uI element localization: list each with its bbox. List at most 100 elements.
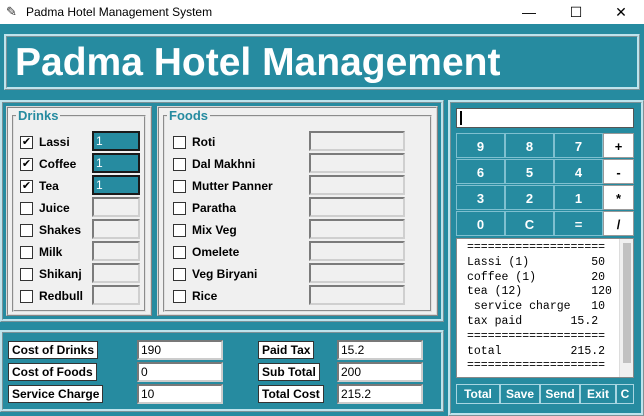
foods-item-5[interactable]: Omelete (173, 242, 239, 262)
foods-item-7[interactable]: Rice (173, 286, 217, 306)
drinks-quantity-field[interactable] (92, 241, 140, 261)
foods-quantity-field[interactable] (309, 285, 405, 305)
drinks-quantity-field[interactable]: 1 (92, 153, 140, 173)
foods-item-label: Mix Veg (192, 223, 237, 237)
cost-of-drinks-label: Cost of Drinks (8, 341, 99, 359)
drinks-checkbox[interactable] (20, 245, 33, 259)
save-button[interactable]: Save (500, 384, 540, 404)
maximize-button[interactable]: ☐ (553, 0, 599, 24)
calc-key-2-2[interactable]: 1 (554, 185, 603, 210)
foods-quantity-field[interactable] (309, 153, 405, 173)
calc-key-2-3[interactable]: * (603, 185, 634, 210)
total-cost-field[interactable]: 215.2 (337, 384, 423, 404)
drinks-item-label: Shakes (39, 223, 82, 237)
calc-key-3-0[interactable]: 0 (456, 211, 505, 236)
foods-item-label: Omelete (192, 245, 240, 259)
foods-legend: Foods (169, 108, 208, 123)
foods-quantity-field[interactable] (309, 131, 405, 151)
drinks-quantity-field[interactable] (92, 285, 140, 305)
receipt-area[interactable]: ==================== Lassi (1) 50 coffee… (456, 238, 634, 378)
drinks-quantity-field[interactable] (92, 219, 140, 239)
drinks-quantity-field[interactable] (92, 263, 140, 283)
cost-of-foods-field[interactable]: 0 (137, 362, 223, 382)
drinks-checkbox[interactable]: ✔ (20, 157, 33, 171)
drinks-item-label: Juice (39, 201, 70, 215)
drinks-item-1[interactable]: ✔ Coffee (20, 154, 76, 174)
close-button[interactable]: ✕ (598, 0, 644, 24)
foods-checkbox[interactable] (173, 201, 186, 215)
calc-key-3-2[interactable]: = (554, 211, 603, 236)
foods-checkbox[interactable] (173, 157, 186, 171)
foods-checkbox[interactable] (173, 289, 186, 303)
drinks-checkbox[interactable] (20, 223, 33, 237)
drinks-item-6[interactable]: Shikanj (20, 264, 82, 284)
foods-quantity-field[interactable] (309, 197, 405, 217)
drinks-checkbox[interactable] (20, 201, 33, 215)
minimize-button[interactable]: — (506, 0, 552, 24)
clear-button[interactable]: C (616, 384, 634, 404)
receipt-text: ==================== Lassi (1) 50 coffee… (467, 241, 612, 373)
calc-key-0-3[interactable]: + (603, 133, 634, 158)
drinks-quantity-field[interactable]: 1 (92, 175, 140, 195)
foods-item-6[interactable]: Veg Biryani (173, 264, 257, 284)
service-charge-label: Service Charge (8, 385, 104, 403)
foods-quantity-field[interactable] (309, 219, 405, 239)
paid-tax-field[interactable]: 15.2 (337, 340, 423, 360)
foods-frame: Foods Roti Dal Makhni Mutter Panner Paratha… (157, 106, 438, 316)
drinks-checkbox[interactable] (20, 267, 33, 281)
receipt-scrollbar[interactable] (619, 239, 633, 377)
foods-item-label: Dal Makhni (192, 157, 256, 171)
drinks-item-label: Tea (39, 179, 59, 193)
drinks-item-label: Lassi (39, 135, 70, 149)
foods-quantity-field[interactable] (309, 241, 405, 261)
total-button[interactable]: Total (456, 384, 500, 404)
drinks-item-3[interactable]: Juice (20, 198, 70, 218)
sub-total-field[interactable]: 200 (337, 362, 423, 382)
cost-of-drinks-field[interactable]: 190 (137, 340, 223, 360)
drinks-checkbox[interactable]: ✔ (20, 135, 33, 149)
foods-checkbox[interactable] (173, 135, 186, 149)
sub-total-label: Sub Total (258, 363, 320, 381)
foods-item-1[interactable]: Dal Makhni (173, 154, 255, 174)
scrollbar-thumb[interactable] (623, 243, 631, 363)
exit-button[interactable]: Exit (580, 384, 616, 404)
calc-key-1-0[interactable]: 6 (456, 159, 505, 184)
foods-checkbox[interactable] (173, 179, 186, 193)
drinks-checkbox[interactable] (20, 289, 33, 303)
foods-item-2[interactable]: Mutter Panner (173, 176, 273, 196)
drinks-item-4[interactable]: Shakes (20, 220, 81, 240)
calculator-display[interactable] (456, 108, 634, 128)
foods-item-4[interactable]: Mix Veg (173, 220, 237, 240)
items-panel: Drinks ✔ Lassi 1 ✔ Coffee 1 ✔ Tea 1 Juice Shakes Mi… (0, 100, 444, 322)
drinks-checkbox[interactable]: ✔ (20, 179, 33, 193)
calc-key-3-3[interactable]: / (603, 211, 634, 236)
foods-item-3[interactable]: Paratha (173, 198, 236, 218)
foods-item-label: Mutter Panner (192, 179, 273, 193)
drinks-item-5[interactable]: Milk (20, 242, 62, 262)
calc-key-1-2[interactable]: 4 (554, 159, 603, 184)
calc-key-1-1[interactable]: 5 (505, 159, 554, 184)
calc-key-1-3[interactable]: - (603, 159, 634, 184)
calc-key-2-0[interactable]: 3 (456, 185, 505, 210)
drinks-quantity-field[interactable] (92, 197, 140, 217)
foods-checkbox[interactable] (173, 267, 186, 281)
drinks-quantity-field[interactable]: 1 (92, 131, 140, 151)
calc-key-3-1[interactable]: C (505, 211, 554, 236)
drinks-item-label: Coffee (39, 157, 77, 171)
foods-checkbox[interactable] (173, 245, 186, 259)
service-charge-field[interactable]: 10 (137, 384, 223, 404)
calc-key-0-0[interactable]: 9 (456, 133, 505, 158)
calc-key-2-1[interactable]: 2 (505, 185, 554, 210)
foods-quantity-field[interactable] (309, 175, 405, 195)
foods-quantity-field[interactable] (309, 263, 405, 283)
foods-item-label: Rice (192, 289, 218, 303)
drinks-item-7[interactable]: Redbull (20, 286, 83, 306)
calc-key-0-1[interactable]: 8 (505, 133, 554, 158)
foods-checkbox[interactable] (173, 223, 186, 237)
drinks-item-0[interactable]: ✔ Lassi (20, 132, 70, 152)
drinks-item-2[interactable]: ✔ Tea (20, 176, 59, 196)
drinks-item-label: Redbull (39, 289, 83, 303)
send-button[interactable]: Send (540, 384, 580, 404)
foods-item-0[interactable]: Roti (173, 132, 215, 152)
calc-key-0-2[interactable]: 7 (554, 133, 603, 158)
